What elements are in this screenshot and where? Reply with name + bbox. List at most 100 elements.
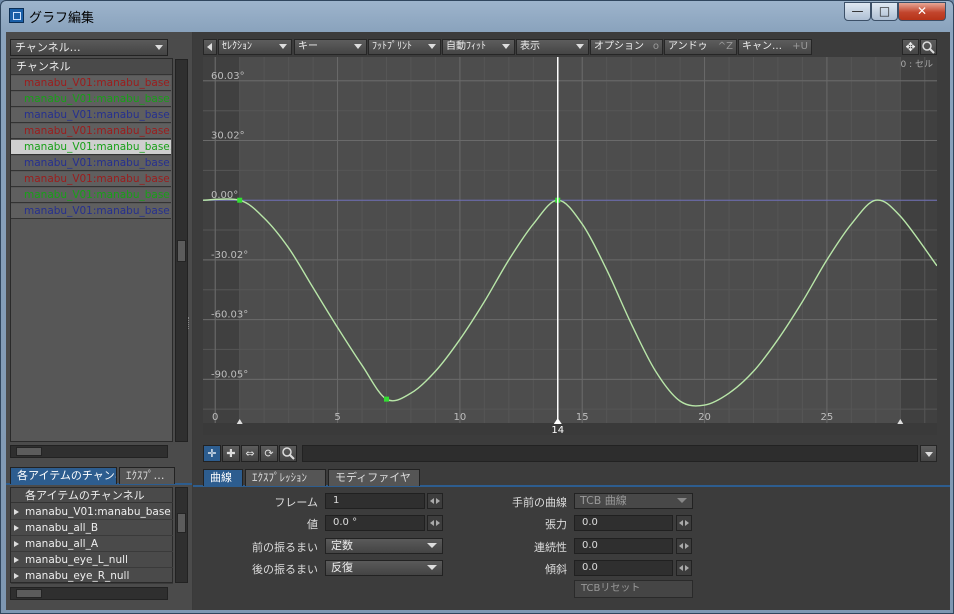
continuity-input[interactable]: 0.0	[574, 538, 673, 554]
value-spinner[interactable]	[427, 515, 443, 531]
cancel-button[interactable]: キャン… +U	[738, 39, 812, 55]
stretch-icon: ⇔	[245, 447, 255, 460]
scrollbar-thumb[interactable]	[177, 513, 186, 533]
channel-row[interactable]: manabu_V01:manabu_base.ma	[11, 92, 171, 107]
value-input[interactable]: 0.0 °	[325, 515, 425, 531]
autofit-menu[interactable]: 自動ﾌｨｯﾄ	[442, 39, 515, 55]
tab-curve[interactable]: 曲線	[203, 469, 243, 486]
channel-list-scrollbar[interactable]	[175, 59, 188, 442]
collapse-left-button[interactable]	[203, 39, 217, 55]
item-row[interactable]: manabu_V01:manabu_base	[11, 504, 173, 520]
hscrollbar-thumb[interactable]	[16, 589, 42, 598]
tab-item-channels[interactable]: 各アイテムのチャンネル	[10, 467, 117, 484]
post-behavior-label: 後の振るまい	[252, 563, 318, 576]
item-row-label: manabu_all_A	[25, 538, 99, 550]
add-key-icon: ✚	[226, 447, 236, 460]
continuity-label: 連続性	[534, 541, 567, 554]
tab-expressions-left[interactable]: ｴｸｽﾌﾟ…	[119, 467, 175, 484]
tcb-reset-button[interactable]: TCBリセット	[574, 580, 693, 598]
expand-dropdown-button[interactable]	[920, 445, 937, 462]
item-list-header: 各アイテムのチャンネル	[11, 488, 173, 503]
item-row[interactable]: manabu_eye_L_null	[11, 552, 173, 568]
y-tick-label: -30.02°	[211, 250, 248, 261]
tab-expression[interactable]: ｴｸｽﾌﾟﾚｯｼｮﾝ	[245, 469, 326, 486]
magnifier-icon	[281, 447, 295, 460]
tab-modifiers[interactable]: モディファイヤ	[328, 469, 420, 486]
item-row[interactable]: manabu_eye_R_null	[11, 568, 173, 584]
chevron-down-icon	[155, 45, 163, 50]
item-list-hscrollbar[interactable]	[10, 587, 168, 600]
title-bar[interactable]: グラフ編集 — □ ✕	[1, 1, 953, 31]
roll-tool-button[interactable]: ⟳	[260, 445, 278, 462]
tension-input[interactable]: 0.0	[574, 515, 673, 531]
bias-input[interactable]: 0.0	[574, 560, 673, 576]
expand-triangle-icon[interactable]	[14, 557, 19, 563]
channel-row[interactable]: manabu_V01:manabu_base.ma	[11, 76, 171, 91]
expand-triangle-icon[interactable]	[14, 541, 19, 547]
channel-list-hscrollbar[interactable]	[10, 445, 168, 458]
undo-button-label: アンドゥ	[668, 41, 708, 52]
item-row-label: manabu_all_B	[25, 522, 99, 534]
frame-input[interactable]: 1	[325, 493, 425, 509]
channel-row[interactable]: manabu_V01:manabu_base.ma	[11, 172, 171, 187]
keyframe-marker	[237, 197, 243, 203]
frame-spinner[interactable]	[427, 493, 443, 509]
curve-graph[interactable]: 60.03°30.02°0.00°-30.02°-60.03°-90.05°0 5…	[203, 57, 937, 435]
pre-behavior-select[interactable]: 定数	[325, 538, 443, 554]
undo-button[interactable]: アンドゥ ^Z	[664, 39, 737, 55]
keyframe-marker	[384, 396, 389, 402]
expand-triangle-icon[interactable]	[14, 525, 19, 531]
item-row[interactable]: manabu_all_A	[11, 536, 173, 552]
key-menu-label: キー	[298, 41, 318, 52]
splitter-grip[interactable]	[188, 317, 192, 329]
channel-row[interactable]: manabu_V01:manabu_base.ma	[11, 204, 171, 219]
move-tool-button[interactable]: ✛	[203, 445, 221, 462]
expand-triangle-icon[interactable]	[14, 573, 19, 579]
undo-hotkey: ^Z	[717, 41, 733, 52]
minimize-button[interactable]: —	[844, 2, 871, 21]
incoming-curve-label: 手前の曲線	[512, 496, 567, 509]
item-row-label: manabu_eye_R_null	[25, 570, 130, 582]
footprint-menu-label: ﾌｯﾄﾌﾟﾘﾝﾄ	[372, 41, 412, 52]
chevron-down-icon	[677, 498, 687, 503]
frame-label: フレーム	[274, 496, 318, 509]
channel-row[interactable]: manabu_V01:manabu_base.ma	[11, 188, 171, 203]
scrollbar-thumb[interactable]	[177, 240, 186, 262]
display-menu[interactable]: 表示	[516, 39, 589, 55]
footprint-menu[interactable]: ﾌｯﾄﾌﾟﾘﾝﾄ	[368, 39, 441, 55]
add-key-tool-button[interactable]: ✚	[222, 445, 240, 462]
display-menu-label: 表示	[520, 41, 540, 52]
stretch-tool-button[interactable]: ⇔	[241, 445, 259, 462]
tension-spinner[interactable]	[676, 515, 692, 531]
expand-triangle-icon[interactable]	[14, 509, 19, 515]
move-icon: ✥	[905, 40, 916, 54]
item-row[interactable]: manabu_all_B	[11, 520, 173, 536]
chevron-down-icon	[427, 543, 437, 548]
options-button[interactable]: オプション o	[590, 39, 663, 55]
channel-row[interactable]: manabu_V01:manabu_base.ma	[11, 140, 171, 155]
frame-readout: 0 : セル	[901, 59, 933, 70]
zoom-tool-button[interactable]	[279, 445, 297, 462]
maximize-button[interactable]: □	[871, 2, 898, 21]
chevron-down-icon	[427, 565, 437, 570]
chevron-down-icon	[428, 44, 436, 49]
key-menu[interactable]: キー	[294, 39, 367, 55]
hscrollbar-thumb[interactable]	[16, 447, 42, 456]
zoom-view-button[interactable]	[920, 39, 937, 55]
close-button[interactable]: ✕	[898, 2, 946, 21]
expression-bar[interactable]	[302, 445, 918, 462]
channel-row[interactable]: manabu_V01:manabu_base.ma	[11, 124, 171, 139]
channel-row[interactable]: manabu_V01:manabu_base.ma	[11, 156, 171, 171]
options-hotkey: o	[652, 41, 659, 52]
channel-selector-label: チャンネル…	[15, 41, 81, 54]
pan-view-button[interactable]: ✥	[902, 39, 919, 55]
post-behavior-select[interactable]: 反復	[325, 560, 443, 576]
channel-selector-dropdown[interactable]: チャンネル…	[10, 39, 168, 56]
continuity-spinner[interactable]	[676, 538, 692, 554]
chevron-down-icon	[279, 44, 287, 49]
item-list-scrollbar[interactable]	[175, 487, 188, 583]
incoming-curve-select[interactable]: TCB 曲線	[574, 493, 693, 509]
selection-menu[interactable]: ｾﾚｸｼｮﾝ	[218, 39, 292, 55]
channel-row[interactable]: manabu_V01:manabu_base.ma	[11, 108, 171, 123]
bias-spinner[interactable]	[676, 560, 692, 576]
